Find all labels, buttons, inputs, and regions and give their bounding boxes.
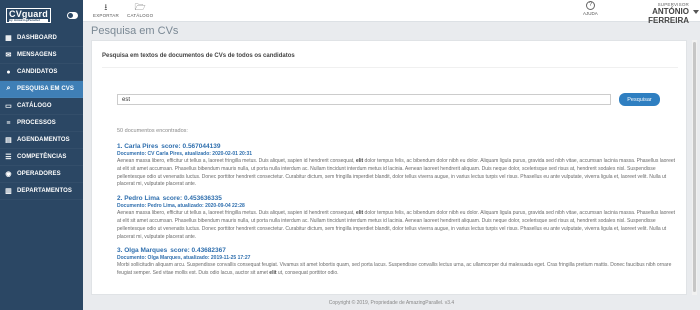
- operators-icon: ◉: [5, 171, 12, 178]
- search-card: Pesquisa em textos de documentos de CVs …: [91, 40, 687, 295]
- list-icon: ≡: [6, 119, 11, 127]
- folder-open-icon: 🗁: [134, 2, 146, 12]
- sidebar: CVguard by AmazingParallel ▦ DASHBOARD ✉ M…: [0, 0, 83, 310]
- user-name: ANTÓNIO FERREIRA: [648, 7, 689, 25]
- sidebar-item-candidatos[interactable]: ● CANDIDATOS: [0, 64, 83, 81]
- card-header: Pesquisa em textos de documentos de CVs …: [102, 53, 295, 59]
- result-document[interactable]: Documento: Olga Marques, atualizado: 201…: [117, 255, 677, 262]
- footer-copyright: Copyright © 2019, Propriedade de Amazing…: [328, 300, 455, 306]
- sidebar-item-pesquisa-em-cvs[interactable]: ⌕ PESQUISA EM CVS: [0, 81, 83, 98]
- result-title[interactable]: 3. Olga Marques score: 0.43682367: [117, 247, 677, 255]
- envelope-icon: ✉: [5, 52, 12, 59]
- result-score: score: 0.453636335: [162, 195, 222, 203]
- results-count: 50 documentos encontrados:: [117, 128, 188, 134]
- catalog-label: CATÁLOGO: [127, 13, 154, 18]
- logo[interactable]: CVguard by AmazingParallel: [6, 7, 51, 23]
- sidebar-item-dashboard[interactable]: ▦ DASHBOARD: [0, 30, 83, 47]
- snippet-text: Aenean massa libero, efficitur ut tellus…: [117, 210, 356, 217]
- search-button[interactable]: Pesquisar: [619, 93, 660, 106]
- user-icon: ●: [6, 68, 11, 76]
- help-label: AJUDA: [583, 11, 598, 16]
- search-input[interactable]: [117, 94, 611, 105]
- sidebar-item-label: AGENDAMENTOS: [17, 137, 70, 143]
- result-score: score: 0.567044139: [161, 143, 221, 150]
- export-label: EXPORTAR: [93, 13, 119, 18]
- scrollbar-thumb[interactable]: [693, 42, 696, 292]
- sidebar-item-competencias[interactable]: ☰ COMPETÊNCIAS: [0, 149, 83, 166]
- result-snippet: Aenean massa libero, efficitur ut tellus…: [117, 210, 677, 241]
- building-icon: ▥: [5, 188, 12, 195]
- question-icon: ?: [585, 1, 595, 10]
- snippet-text: Aenean massa libero, efficitur ut tellus…: [117, 158, 356, 164]
- result-snippet: Morbi sollicitudin aliquam arcu. Suspend…: [117, 262, 677, 278]
- sidebar-item-label: DASHBOARD: [17, 35, 57, 41]
- sidebar-item-processos[interactable]: ≡ PROCESSOS: [0, 115, 83, 132]
- sidebar-item-catalogo[interactable]: ▭ CATÁLOGO: [0, 98, 83, 115]
- calendar-icon: ▤: [5, 137, 12, 144]
- sidebar-item-label: PROCESSOS: [17, 120, 56, 126]
- result-title[interactable]: 2. Pedro Lima score: 0.453636335: [117, 195, 677, 203]
- top-bar: ⭳ EXPORTAR 🗁 CATÁLOGO ? AJUDA SUPERVISOR…: [83, 0, 700, 25]
- result-score: score: 0.43682367: [170, 247, 226, 255]
- search-icon: ⌕: [6, 85, 11, 92]
- sidebar-item-label: DEPARTAMENTOS: [17, 188, 72, 194]
- scrollbar[interactable]: [692, 40, 697, 295]
- logo-bar: CVguard by AmazingParallel: [0, 0, 83, 30]
- dashboard-icon: ▦: [5, 35, 12, 42]
- sidebar-nav: ▦ DASHBOARD ✉ MENSAGENS ● CANDIDATOS ⌕ PESQU…: [0, 30, 83, 200]
- divider: [102, 67, 678, 68]
- list-item: 1. Carla Pires score: 0.567044139 Documen…: [117, 143, 677, 189]
- list-item: 3. Olga Marques score: 0.43682367 Documen…: [117, 247, 677, 278]
- sidebar-toggle[interactable]: [67, 12, 78, 19]
- sidebar-item-label: COMPETÊNCIAS: [17, 154, 67, 160]
- result-name[interactable]: 1. Carla Pires: [117, 143, 158, 150]
- result-document[interactable]: Documento: CV Carla Pires, atualizado: 2…: [117, 151, 677, 158]
- snippet-highlight: elit: [269, 270, 277, 277]
- sidebar-item-operadores[interactable]: ◉ OPERADORES: [0, 166, 83, 183]
- sidebar-item-label: MENSAGENS: [17, 52, 57, 58]
- logo-text: CVguard: [9, 8, 48, 19]
- sidebar-item-mensagens[interactable]: ✉ MENSAGENS: [0, 47, 83, 64]
- sidebar-item-label: PESQUISA EM CVS: [17, 86, 74, 92]
- sidebar-item-agendamentos[interactable]: ▤ AGENDAMENTOS: [0, 132, 83, 149]
- download-icon: ⭳: [104, 2, 108, 12]
- list-item: 2. Pedro Lima score: 0.453636335 Document…: [117, 195, 677, 241]
- folder-icon: ▭: [5, 103, 12, 110]
- result-name[interactable]: 3. Olga Marques: [117, 247, 167, 254]
- results-list: 1. Carla Pires score: 0.567044139 Documen…: [117, 143, 677, 284]
- help-button[interactable]: ? AJUDA: [583, 1, 598, 16]
- result-snippet: Aenean massa libero, efficitur ut tellus…: [117, 158, 677, 189]
- result-name[interactable]: 2. Pedro Lima: [117, 195, 160, 202]
- sidebar-item-label: OPERADORES: [17, 171, 61, 177]
- logo-subtext: by AmazingParallel: [9, 18, 48, 22]
- page-title: Pesquisa em CVs: [91, 25, 179, 37]
- user-menu[interactable]: SUPERVISOR ANTÓNIO FERREIRA: [619, 2, 689, 25]
- export-button[interactable]: ⭳ EXPORTAR: [93, 2, 119, 18]
- result-title[interactable]: 1. Carla Pires score: 0.567044139: [117, 143, 677, 151]
- sidebar-item-departamentos[interactable]: ▥ DEPARTAMENTOS: [0, 183, 83, 200]
- snippet-text: Morbi sollicitudin aliquam arcu. Suspend…: [117, 262, 672, 277]
- sidebar-item-label: CATÁLOGO: [17, 103, 52, 109]
- catalog-button[interactable]: 🗁 CATÁLOGO: [127, 2, 153, 18]
- tasks-icon: ☰: [5, 154, 12, 161]
- caret-down-icon[interactable]: [693, 10, 699, 14]
- result-document[interactable]: Documento: Pedro Lima, atualizado: 2020-…: [117, 203, 677, 210]
- snippet-text: ut, consequat porttitor odio.: [276, 270, 339, 277]
- sidebar-item-label: CANDIDATOS: [17, 69, 58, 75]
